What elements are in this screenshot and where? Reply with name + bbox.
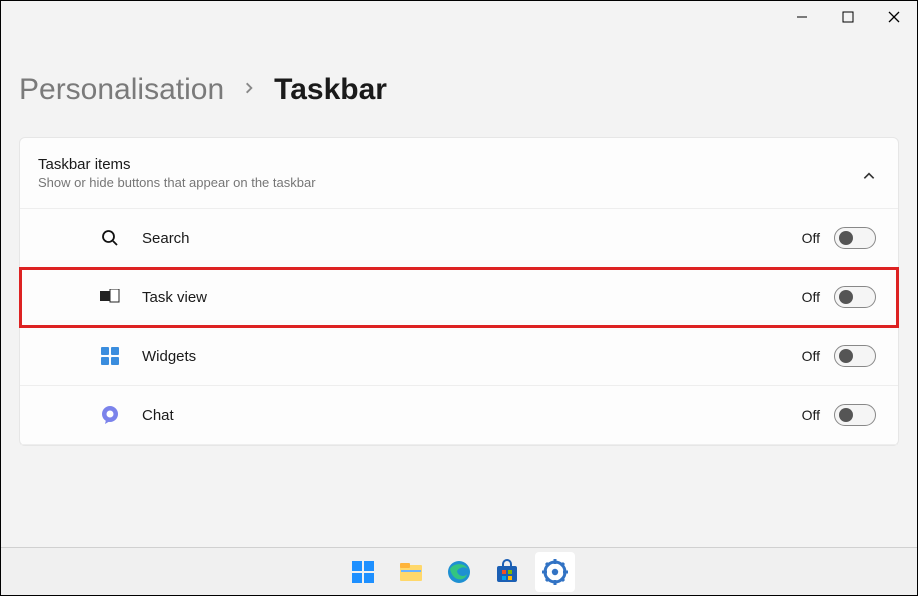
close-button[interactable] bbox=[871, 1, 917, 33]
toggle-switch[interactable] bbox=[834, 286, 876, 308]
taskview-icon bbox=[98, 289, 122, 305]
maximize-button[interactable] bbox=[825, 1, 871, 33]
chevron-right-icon bbox=[242, 81, 256, 100]
taskbar-app-edge[interactable] bbox=[439, 552, 479, 592]
toggle-state-label: Off bbox=[802, 407, 820, 423]
minimize-button[interactable] bbox=[779, 1, 825, 33]
setting-label: Widgets bbox=[142, 348, 802, 365]
taskbar-app-store[interactable] bbox=[487, 552, 527, 592]
taskbar bbox=[1, 547, 917, 595]
taskbar-app-settings[interactable] bbox=[535, 552, 575, 592]
widgets-icon bbox=[98, 346, 122, 366]
breadcrumb-current: Taskbar bbox=[274, 73, 387, 107]
section-title: Taskbar items bbox=[38, 156, 862, 173]
setting-label: Search bbox=[142, 230, 802, 247]
setting-label: Chat bbox=[142, 407, 802, 424]
setting-row-task-view: Task viewOff bbox=[20, 268, 898, 327]
toggle-switch[interactable] bbox=[834, 404, 876, 426]
toggle-switch[interactable] bbox=[834, 227, 876, 249]
taskbar-app-start[interactable] bbox=[343, 552, 383, 592]
setting-row-chat: ChatOff bbox=[20, 386, 898, 445]
toggle-state-label: Off bbox=[802, 230, 820, 246]
window-controls bbox=[779, 1, 917, 33]
setting-label: Task view bbox=[142, 289, 802, 306]
section-header[interactable]: Taskbar items Show or hide buttons that … bbox=[20, 138, 898, 209]
toggle-switch[interactable] bbox=[834, 345, 876, 367]
search-icon bbox=[98, 228, 122, 248]
breadcrumb-parent[interactable]: Personalisation bbox=[19, 73, 224, 107]
toggle-state-label: Off bbox=[802, 348, 820, 364]
setting-row-widgets: WidgetsOff bbox=[20, 327, 898, 386]
chat-icon bbox=[98, 405, 122, 425]
toggle-state-label: Off bbox=[802, 289, 820, 305]
section-subtitle: Show or hide buttons that appear on the … bbox=[38, 175, 862, 190]
settings-card: Taskbar items Show or hide buttons that … bbox=[19, 137, 899, 446]
setting-row-search: SearchOff bbox=[20, 209, 898, 268]
taskbar-app-file-explorer[interactable] bbox=[391, 552, 431, 592]
chevron-up-icon bbox=[862, 164, 876, 183]
